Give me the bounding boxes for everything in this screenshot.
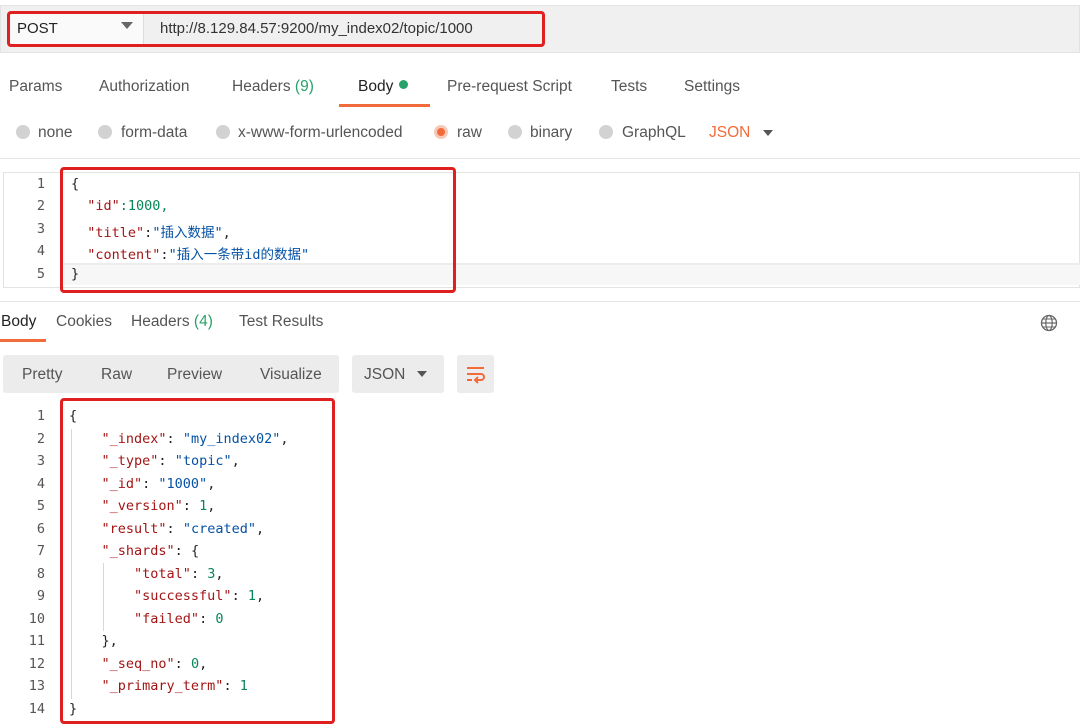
response-tab-headers-label: Headers — [131, 313, 190, 330]
headers-count-badge: (9) — [294, 78, 314, 95]
tab-params[interactable]: Params — [9, 78, 62, 108]
line-number: 3 — [36, 453, 45, 469]
highlight-box-request-body — [60, 167, 456, 293]
tab-prerequest-script[interactable]: Pre-request Script — [447, 78, 572, 108]
line-number: 1 — [36, 408, 45, 424]
response-tab-cookies[interactable]: Cookies — [56, 313, 112, 331]
body-format-select[interactable]: JSON — [709, 124, 750, 142]
line-number: 5 — [36, 498, 45, 514]
tab-headers-label: Headers — [232, 78, 291, 95]
radio-graphql[interactable] — [599, 125, 613, 139]
divider — [0, 158, 1080, 159]
view-pretty-button[interactable]: Pretty — [22, 366, 62, 384]
line-number: 4 — [36, 476, 45, 492]
active-tab-underline — [0, 339, 46, 342]
body-indicator-dot — [399, 80, 409, 90]
line-number: 7 — [36, 543, 45, 559]
radio-binary[interactable] — [508, 125, 522, 139]
tab-headers[interactable]: Headers (9) — [232, 78, 314, 108]
line-number: 5 — [36, 266, 45, 282]
highlight-box-url — [7, 11, 545, 47]
line-number: 8 — [36, 566, 45, 582]
response-tab-test-results[interactable]: Test Results — [239, 313, 323, 331]
line-number: 12 — [28, 656, 45, 672]
active-tab-underline — [339, 104, 430, 107]
chevron-down-icon[interactable] — [763, 130, 773, 136]
line-number: 14 — [28, 701, 45, 717]
radio-urlencoded-label[interactable]: x-www-form-urlencoded — [238, 124, 403, 142]
line-number: 2 — [36, 431, 45, 447]
radio-binary-label[interactable]: binary — [530, 124, 572, 142]
highlight-box-response-body — [60, 398, 335, 724]
wrap-lines-icon[interactable] — [465, 364, 487, 384]
radio-graphql-label[interactable]: GraphQL — [622, 124, 686, 142]
radio-form-data[interactable] — [98, 125, 112, 139]
globe-icon[interactable] — [1040, 314, 1058, 332]
line-number: 1 — [36, 176, 45, 192]
line-number: 4 — [36, 243, 45, 259]
divider — [0, 301, 1080, 302]
radio-none[interactable] — [16, 125, 30, 139]
chevron-down-icon[interactable] — [417, 371, 427, 377]
tab-settings[interactable]: Settings — [684, 78, 740, 108]
line-number: 11 — [28, 633, 45, 649]
response-tab-body[interactable]: Body — [1, 313, 36, 331]
line-number: 13 — [28, 678, 45, 694]
tab-tests[interactable]: Tests — [611, 78, 647, 108]
response-headers-count: (4) — [193, 313, 213, 330]
radio-raw[interactable] — [434, 125, 448, 139]
radio-urlencoded[interactable] — [216, 125, 230, 139]
line-number: 2 — [36, 198, 45, 214]
line-number: 6 — [36, 521, 45, 537]
view-visualize-button[interactable]: Visualize — [260, 366, 322, 384]
line-number: 9 — [36, 588, 45, 604]
tab-authorization[interactable]: Authorization — [99, 78, 189, 108]
response-format-label[interactable]: JSON — [364, 366, 405, 384]
radio-raw-label[interactable]: raw — [457, 124, 482, 142]
response-tab-headers[interactable]: Headers (4) — [131, 313, 213, 331]
line-number: 3 — [36, 221, 45, 237]
radio-form-data-label[interactable]: form-data — [121, 124, 187, 142]
view-preview-button[interactable]: Preview — [167, 366, 222, 384]
line-number: 10 — [28, 611, 45, 627]
radio-none-label[interactable]: none — [38, 124, 72, 142]
view-raw-button[interactable]: Raw — [101, 366, 132, 384]
tab-body-label: Body — [358, 78, 394, 95]
